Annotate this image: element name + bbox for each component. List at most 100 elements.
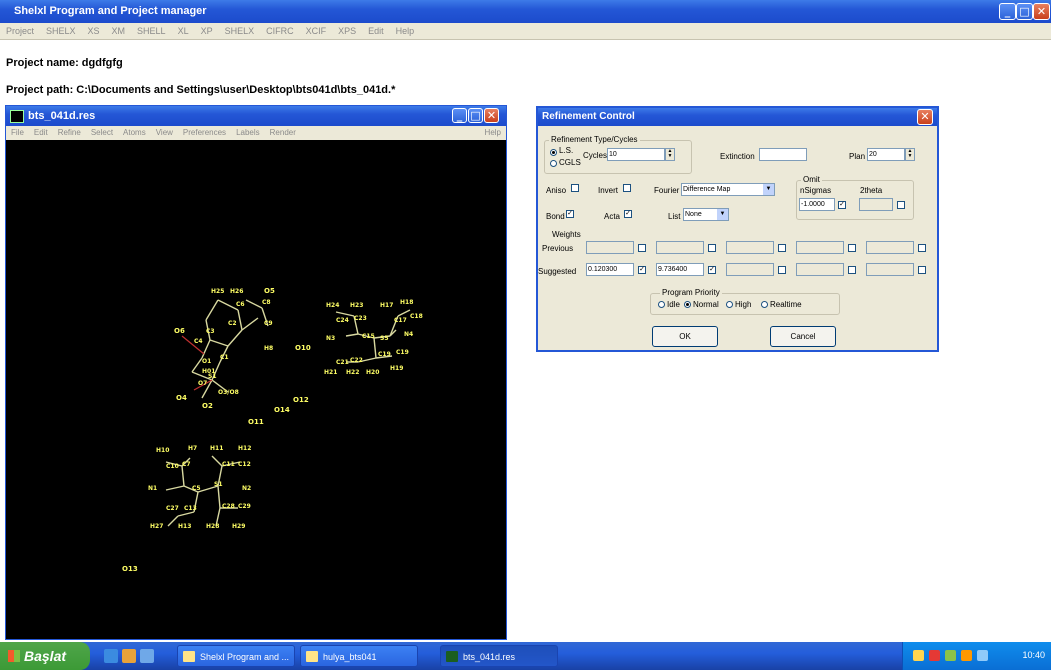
- suggested-c-input[interactable]: [726, 263, 774, 276]
- desktop-quicklaunch-icon[interactable]: [140, 649, 154, 663]
- fourier-select[interactable]: Difference Map ▼: [681, 183, 775, 196]
- menu-item[interactable]: Help: [396, 23, 415, 39]
- volume-icon[interactable]: [961, 650, 972, 661]
- menu-item[interactable]: Project: [6, 23, 34, 39]
- previous-b-input[interactable]: [656, 241, 704, 254]
- nsigmas-input[interactable]: -1.0000: [799, 198, 835, 211]
- clock[interactable]: 10:40: [1022, 650, 1045, 660]
- plan-spinner[interactable]: ▲ ▼: [905, 148, 915, 161]
- windows-logo-icon: [8, 650, 20, 662]
- priority-idle-radio[interactable]: [658, 301, 665, 308]
- cycles-spinner[interactable]: ▲ ▼: [665, 148, 675, 161]
- cycles-input[interactable]: 10: [607, 148, 665, 161]
- maximize-button[interactable]: □: [1016, 3, 1033, 20]
- menu-item[interactable]: XCIF: [306, 23, 327, 39]
- menu-item[interactable]: XM: [112, 23, 126, 39]
- suggested-e-checkbox[interactable]: [918, 266, 926, 274]
- plot-menu-item[interactable]: Labels: [236, 126, 260, 140]
- previous-e-input[interactable]: [866, 241, 914, 254]
- plot-menu-item[interactable]: Refine: [58, 126, 81, 140]
- svg-text:C12: C12: [238, 461, 251, 468]
- previous-label: Previous: [542, 244, 574, 253]
- plot-close-button[interactable]: ✕: [484, 108, 499, 123]
- menu-item[interactable]: SHELX: [46, 23, 76, 39]
- dialog-title: Refinement Control: [542, 111, 635, 122]
- twotheta-checkbox[interactable]: [897, 201, 905, 209]
- plot-menu-item[interactable]: Edit: [34, 126, 48, 140]
- suggested-b-input[interactable]: 9.736400: [656, 263, 704, 276]
- previous-c-input[interactable]: [726, 241, 774, 254]
- plot-minimize-button[interactable]: _: [452, 108, 467, 123]
- main-title-bar[interactable]: Shelxl Program and Project manager _ □ ✕: [0, 0, 1051, 23]
- ok-button[interactable]: OK: [652, 326, 718, 347]
- svg-text:H24: H24: [326, 302, 339, 309]
- menu-item[interactable]: Edit: [368, 23, 384, 39]
- previous-e-checkbox[interactable]: [918, 244, 926, 252]
- priority-high-radio[interactable]: [726, 301, 733, 308]
- taskbar-item-plot[interactable]: bts_041d.res: [440, 645, 558, 667]
- network-icon[interactable]: [945, 650, 956, 661]
- taskbar-item-folder[interactable]: hulya_bts041: [300, 645, 418, 667]
- aniso-checkbox[interactable]: [571, 184, 579, 192]
- plot-menu-help[interactable]: Help: [485, 126, 501, 140]
- plot-menu-item[interactable]: Render: [270, 126, 296, 140]
- cgls-radio[interactable]: [550, 160, 557, 167]
- previous-d-input[interactable]: [796, 241, 844, 254]
- start-button[interactable]: Başlat: [0, 642, 90, 670]
- suggested-a-checkbox[interactable]: ✓: [638, 266, 646, 274]
- svg-text:H29: H29: [232, 523, 245, 530]
- previous-c-checkbox[interactable]: [778, 244, 786, 252]
- svg-text:H11: H11: [210, 445, 223, 452]
- antivirus-icon[interactable]: [929, 650, 940, 661]
- plot-menu-item[interactable]: Select: [91, 126, 113, 140]
- taskbar-item-label: Shelxl Program and ...: [200, 652, 290, 662]
- twotheta-input[interactable]: [859, 198, 893, 211]
- menu-item[interactable]: CIFRC: [266, 23, 294, 39]
- plot-title-bar[interactable]: bts_041d.res _ □ ✕: [6, 106, 506, 126]
- acta-checkbox[interactable]: ✓: [624, 210, 632, 218]
- nsigmas-checkbox[interactable]: ✓: [838, 201, 846, 209]
- ie-quicklaunch-icon[interactable]: [104, 649, 118, 663]
- menu-item[interactable]: XS: [88, 23, 100, 39]
- suggested-d-input[interactable]: [796, 263, 844, 276]
- ls-radio[interactable]: [550, 149, 557, 156]
- invert-checkbox[interactable]: [623, 184, 631, 192]
- menu-item[interactable]: XPS: [338, 23, 356, 39]
- menu-item[interactable]: XP: [201, 23, 213, 39]
- plot-menu-item[interactable]: File: [11, 126, 24, 140]
- plan-input[interactable]: 20: [867, 148, 905, 161]
- molecule-plot[interactable]: H25 H26 C6 C8 C9 C2 C3 C4 O1 C1 S1 O7 H0…: [6, 140, 506, 639]
- list-select[interactable]: None ▼: [683, 208, 729, 221]
- suggested-c-checkbox[interactable]: [778, 266, 786, 274]
- previous-a-input[interactable]: [586, 241, 634, 254]
- menu-item[interactable]: SHELX: [225, 23, 255, 39]
- svg-text:H10: H10: [156, 447, 169, 454]
- previous-a-checkbox[interactable]: [638, 244, 646, 252]
- taskbar-item-shelxl[interactable]: Shelxl Program and ...: [177, 645, 295, 667]
- previous-d-checkbox[interactable]: [848, 244, 856, 252]
- close-button[interactable]: ✕: [1033, 3, 1050, 20]
- cancel-button[interactable]: Cancel: [770, 326, 836, 347]
- plot-menu-item[interactable]: View: [156, 126, 173, 140]
- priority-realtime-radio[interactable]: [761, 301, 768, 308]
- previous-b-checkbox[interactable]: [708, 244, 716, 252]
- minimize-button[interactable]: _: [999, 3, 1016, 20]
- suggested-a-input[interactable]: 0.120300: [586, 263, 634, 276]
- plot-menu-item[interactable]: Preferences: [183, 126, 226, 140]
- priority-normal-radio[interactable]: [684, 301, 691, 308]
- tray-icon[interactable]: [977, 650, 988, 661]
- menu-item[interactable]: XL: [178, 23, 189, 39]
- suggested-d-checkbox[interactable]: [848, 266, 856, 274]
- suggested-e-input[interactable]: [866, 263, 914, 276]
- tray-icon[interactable]: [913, 650, 924, 661]
- dialog-title-bar[interactable]: Refinement Control ✕: [538, 108, 937, 126]
- dialog-close-button[interactable]: ✕: [917, 109, 933, 125]
- folder-quicklaunch-icon[interactable]: [122, 649, 136, 663]
- bond-checkbox[interactable]: ✓: [566, 210, 574, 218]
- suggested-b-checkbox[interactable]: ✓: [708, 266, 716, 274]
- menu-item[interactable]: SHELL: [137, 23, 166, 39]
- plot-maximize-button[interactable]: □: [468, 108, 483, 123]
- plot-menu-item[interactable]: Atoms: [123, 126, 146, 140]
- extinction-input[interactable]: [759, 148, 807, 161]
- atom-label-o14: O14: [274, 406, 290, 414]
